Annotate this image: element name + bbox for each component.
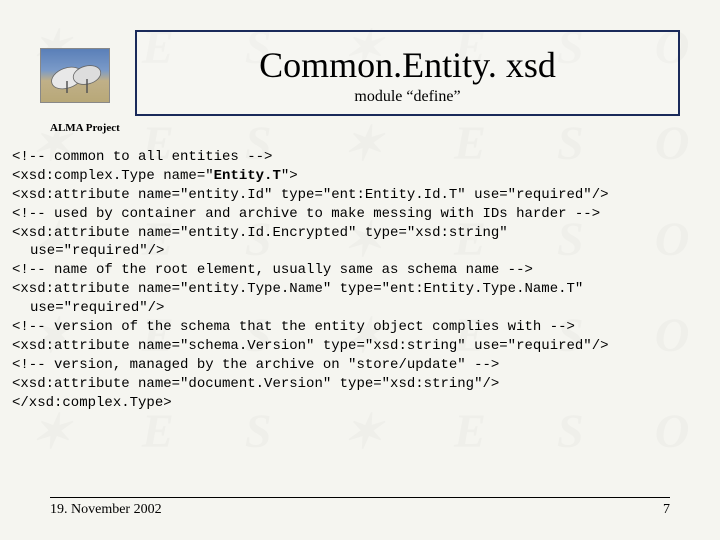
code-line: <!-- name of the root element, usually s… — [12, 261, 708, 280]
code-line: </xsd:complex.Type> — [12, 394, 708, 413]
slide-subtitle: module “define” — [167, 88, 648, 106]
code-block: <!-- common to all entities --> <xsd:com… — [0, 142, 720, 412]
title-box: Common.Entity. xsd module “define” — [135, 30, 680, 116]
slide-footer: 19. November 2002 7 — [50, 497, 670, 518]
code-line: <!-- version, managed by the archive on … — [12, 356, 708, 375]
slide-header: Common.Entity. xsd module “define” ALMA … — [0, 0, 720, 142]
slide-title: Common.Entity. xsd — [167, 44, 648, 86]
code-line: use="required"/> — [12, 299, 708, 318]
code-line: <!-- used by container and archive to ma… — [12, 205, 708, 224]
code-line: <xsd:attribute name="document.Version" t… — [12, 375, 708, 394]
code-line: <xsd:attribute name="entity.Id" type="en… — [12, 186, 708, 205]
code-line: <xsd:attribute name="entity.Type.Name" t… — [12, 280, 708, 299]
code-line: use="required"/> — [12, 242, 708, 261]
footer-page: 7 — [663, 502, 670, 518]
code-line: <!-- common to all entities --> — [12, 148, 708, 167]
code-line: <!-- version of the schema that the enti… — [12, 318, 708, 337]
code-line: <xsd:attribute name="schema.Version" typ… — [12, 337, 708, 356]
footer-date: 19. November 2002 — [50, 502, 162, 518]
project-label: ALMA Project — [50, 122, 680, 134]
alma-logo — [40, 48, 110, 103]
code-line: <xsd:attribute name="entity.Id.Encrypted… — [12, 224, 708, 243]
code-line: <xsd:complex.Type name="Entity.T"> — [12, 167, 708, 186]
